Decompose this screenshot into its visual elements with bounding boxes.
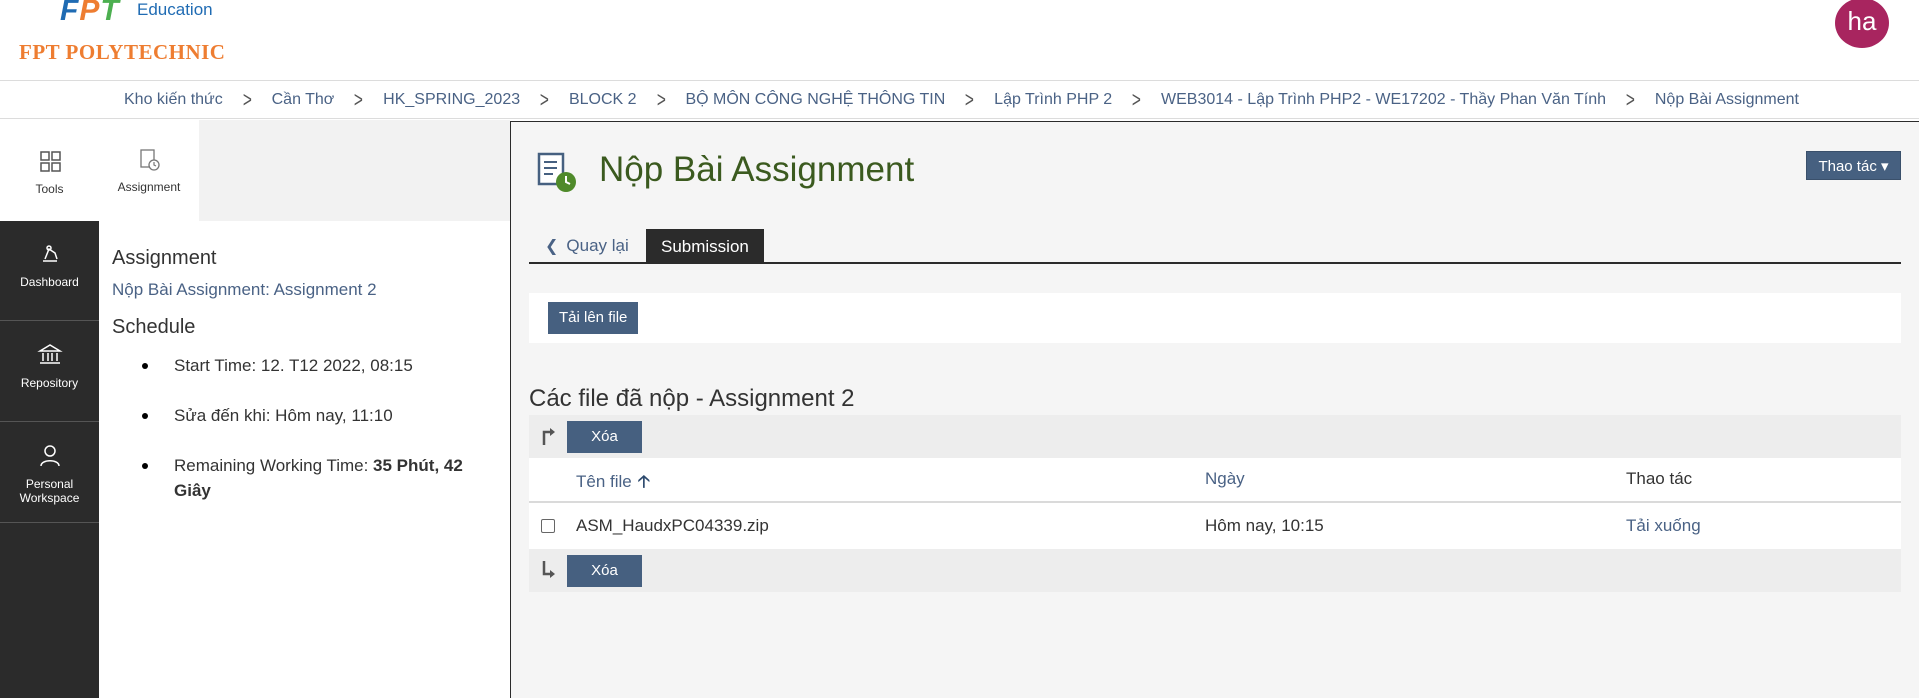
submitted-files-title: Các file đã nộp - Assignment 2 <box>529 385 855 412</box>
nav-dashboard-label: Dashboard <box>20 275 79 289</box>
tab-submission[interactable]: Submission <box>646 229 764 264</box>
assignment-clock-icon <box>537 152 576 192</box>
column-header-filename[interactable]: Tên file 🡡 <box>576 469 650 498</box>
subnav-assignment-label: Assignment <box>117 180 181 194</box>
chevron-right-icon: > <box>965 86 975 112</box>
sort-arrow-up-icon: 🡡 <box>637 472 650 491</box>
main-panel: Nộp Bài Assignment Thao tác ▾ ❮ Quay lại … <box>510 121 1919 698</box>
dashboard-icon <box>42 245 58 262</box>
grid-icon <box>39 151 61 172</box>
page-title: Nộp Bài Assignment <box>599 150 915 189</box>
nav-tools[interactable]: Tools <box>0 120 99 221</box>
tab-back[interactable]: ❮ Quay lại <box>529 229 649 262</box>
nav-personal-label-2: Workspace <box>19 491 80 505</box>
user-icon <box>39 445 60 467</box>
tab-bar: ❮ Quay lại Submission <box>529 229 1901 264</box>
logo-education-text: Education <box>137 0 213 19</box>
assignment-clock-icon <box>140 149 160 171</box>
nav-repository[interactable]: Repository <box>0 322 99 422</box>
column-filename-label: Tên file <box>576 472 632 491</box>
breadcrumb-item[interactable]: WEB3014 - Lập Trình PHP2 - WE17202 - Thầ… <box>1161 91 1606 109</box>
upload-file-button[interactable]: Tải lên file <box>548 302 639 334</box>
logo-polytechnic-text: FPT POLYTECHNIC <box>19 40 226 64</box>
column-header-date[interactable]: Ngày <box>1205 469 1245 489</box>
user-avatar[interactable]: ha <box>1835 0 1889 48</box>
chevron-right-icon: > <box>656 86 666 112</box>
breadcrumb-item[interactable]: Lập Trình PHP 2 <box>994 91 1112 109</box>
delete-button-bottom[interactable]: Xóa <box>567 555 642 587</box>
schedule-edit-until: Sửa đến khi: Hôm nay, 11:10 <box>112 403 492 428</box>
breadcrumb-item[interactable]: HK_SPRING_2023 <box>383 91 520 109</box>
download-link[interactable]: Tải xuống <box>1626 516 1701 536</box>
left-navigation: Tools Dashboard Repository Personal Work… <box>0 120 99 698</box>
file-name: ASM_HaudxPC04339.zip <box>576 516 769 535</box>
breadcrumb-item[interactable]: Cần Thơ <box>272 91 335 109</box>
row-checkbox[interactable] <box>541 519 555 533</box>
breadcrumb-item-current[interactable]: Nộp Bài Assignment <box>1655 91 1799 109</box>
nav-tools-label: Tools <box>35 182 64 196</box>
table-actions-top: Xóa <box>529 415 1901 458</box>
nav-repository-label: Repository <box>20 376 79 390</box>
nav-dashboard[interactable]: Dashboard <box>0 221 99 321</box>
nav-personal-workspace[interactable]: Personal Workspace <box>0 423 99 523</box>
subnav-assignment[interactable]: Assignment <box>99 120 199 221</box>
arrow-turn-up-right-icon <box>542 428 555 445</box>
upload-area: Tải lên file <box>529 293 1901 343</box>
schedule-heading: Schedule <box>112 316 196 338</box>
breadcrumb-item[interactable]: BLOCK 2 <box>569 91 637 109</box>
top-header: FPT Education FPT POLYTECHNIC ha <box>0 0 1919 81</box>
nav-personal-label-1: Personal <box>25 477 74 491</box>
chevron-left-icon: ❮ <box>545 238 559 255</box>
assignment-sidebar: Assignment Nộp Bài Assignment: Assignmen… <box>99 221 510 698</box>
chevron-right-icon: > <box>1132 86 1142 112</box>
tools-subnav: Assignment <box>99 120 510 221</box>
sidebar-heading: Assignment <box>112 247 217 269</box>
breadcrumb-item[interactable]: BỘ MÔN CÔNG NGHỆ THÔNG TIN <box>685 91 945 109</box>
schedule-remaining: Remaining Working Time: 35 Phút, 42 Giây <box>112 453 492 503</box>
actions-dropdown-button[interactable]: Thao tác ▾ <box>1806 151 1901 180</box>
fpt-logo[interactable]: FPT <box>60 0 120 28</box>
tab-back-label: Quay lại <box>566 236 629 255</box>
assignment-link[interactable]: Nộp Bài Assignment: Assignment 2 <box>112 280 510 300</box>
chevron-right-icon: > <box>354 86 364 112</box>
table-header: Tên file 🡡 Ngày Thao tác <box>529 458 1901 503</box>
remaining-label: Remaining Working Time: <box>174 456 374 475</box>
delete-button-top[interactable]: Xóa <box>567 421 642 453</box>
breadcrumb-item[interactable]: Kho kiến thức <box>124 91 223 109</box>
schedule-start-time: Start Time: 12. T12 2022, 08:15 <box>112 353 492 378</box>
arrow-turn-down-right-icon <box>542 561 555 578</box>
file-date: Hôm nay, 10:15 <box>1205 516 1324 535</box>
table-row: ASM_HaudxPC04339.zip Hôm nay, 10:15 Tải … <box>529 503 1901 549</box>
chevron-right-icon: > <box>1625 86 1635 112</box>
bank-icon <box>36 344 63 364</box>
breadcrumb: Kho kiến thức > Cần Thơ > HK_SPRING_2023… <box>0 81 1919 119</box>
files-table: Xóa Tên file 🡡 Ngày Thao tác ASM_HaudxPC0… <box>529 415 1901 592</box>
chevron-right-icon: > <box>540 86 550 112</box>
chevron-right-icon: > <box>242 86 252 112</box>
schedule-list: Start Time: 12. T12 2022, 08:15 Sửa đến … <box>112 353 510 503</box>
column-header-actions: Thao tác <box>1626 469 1693 488</box>
table-actions-bottom: Xóa <box>529 549 1901 592</box>
